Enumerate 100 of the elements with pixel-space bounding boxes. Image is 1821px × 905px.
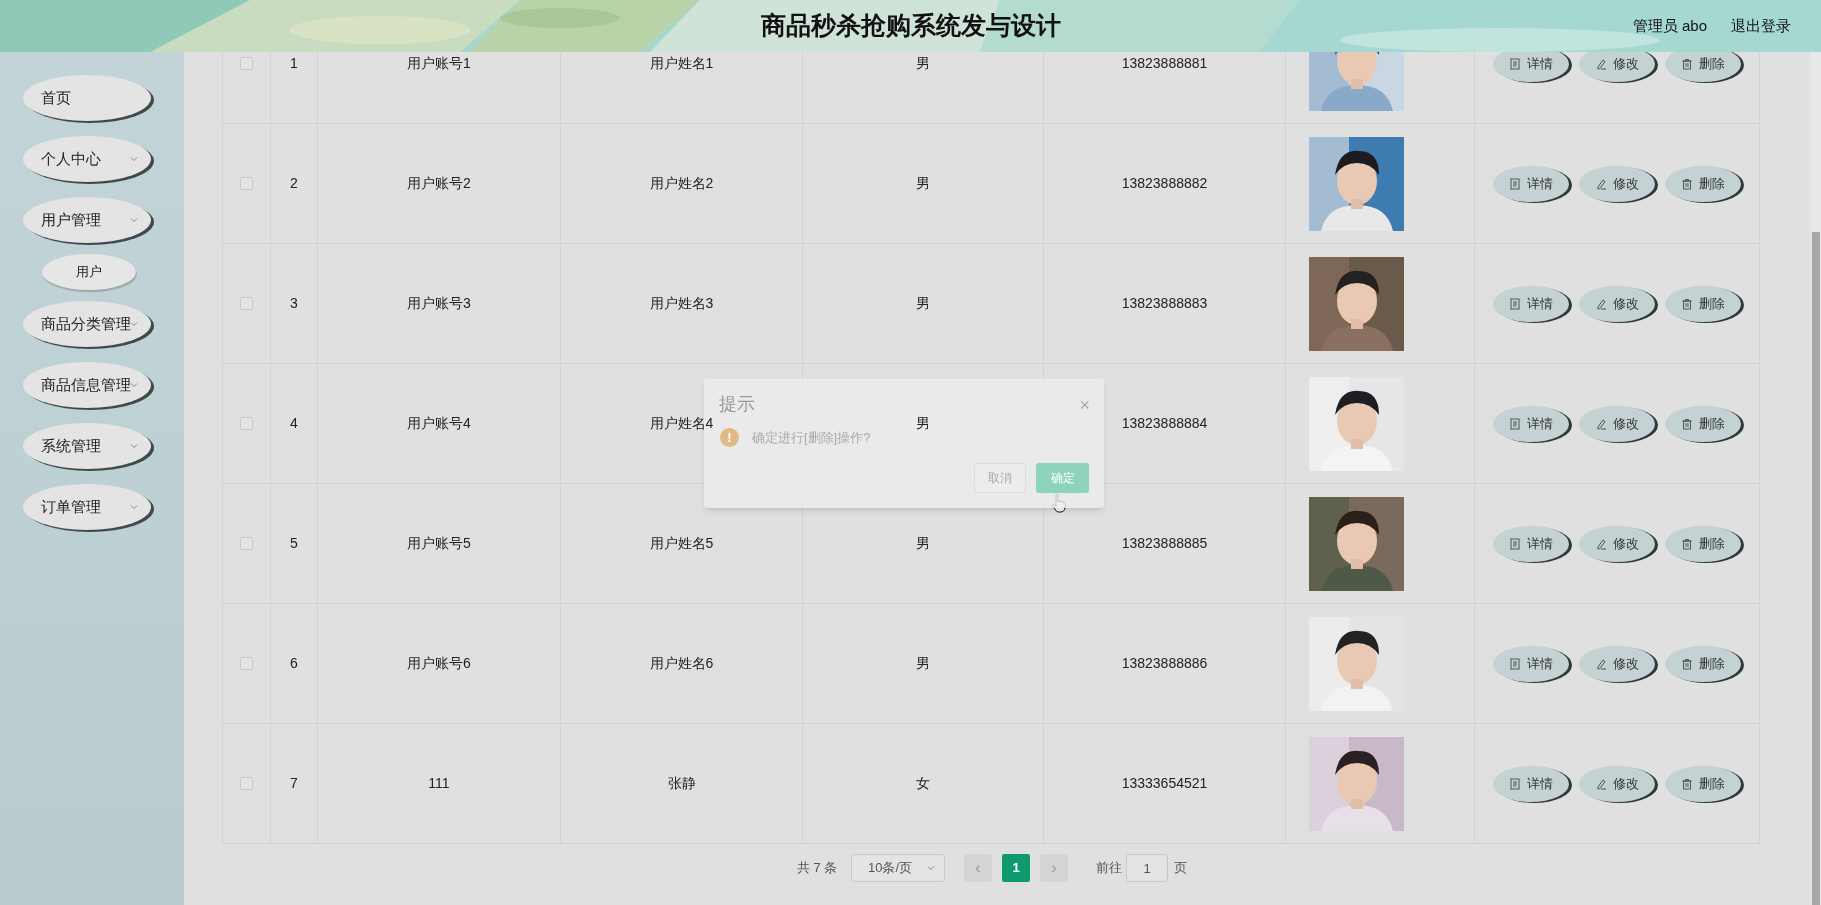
table-cell-text: 用户姓名2 <box>649 174 714 193</box>
action-button[interactable]: 修改 <box>1579 285 1655 322</box>
table-cell-text: 13823888882 <box>1121 174 1208 193</box>
table-cell-text: 13823888886 <box>1121 654 1208 673</box>
index-cell-text: 2 <box>290 174 298 193</box>
row-checkbox[interactable] <box>240 57 253 70</box>
scrollbar-track[interactable] <box>1811 52 1821 905</box>
action-button[interactable]: 修改 <box>1579 645 1655 682</box>
document-icon <box>1509 297 1521 310</box>
warning-icon: ! <box>720 428 739 448</box>
pencil-icon <box>1595 657 1607 670</box>
trash-icon <box>1681 537 1693 550</box>
action-button[interactable]: 详情 <box>1493 52 1569 82</box>
table-cell-text: 男 <box>916 654 930 673</box>
sidebar-menu-item[interactable]: 首页 <box>23 75 151 121</box>
index-cell-text: 4 <box>290 414 298 433</box>
page-number-field[interactable]: 1 <box>1126 854 1168 882</box>
table-cell-text: 男 <box>916 54 930 73</box>
trash-icon <box>1681 297 1693 310</box>
pencil-icon <box>1595 537 1607 550</box>
table-cell-text: 用户账号1 <box>407 54 471 73</box>
action-button[interactable]: 删除 <box>1665 285 1741 322</box>
trash-icon <box>1681 657 1693 670</box>
table-cell-text: 男 <box>916 414 930 433</box>
table-cell-text: 用户姓名5 <box>649 534 714 553</box>
action-button[interactable]: 详情 <box>1493 405 1569 442</box>
action-button[interactable]: 详情 <box>1493 285 1569 322</box>
chevron-down-icon <box>129 502 139 512</box>
action-button[interactable]: 删除 <box>1665 405 1741 442</box>
chevron-down-icon <box>129 441 139 451</box>
table-cell-text: 13823888881 <box>1121 54 1208 73</box>
row-checkbox[interactable] <box>240 537 253 550</box>
action-button[interactable]: 修改 <box>1579 765 1655 802</box>
index-cell-text: 1 <box>290 54 298 73</box>
table-cell-text: 13823888884 <box>1121 414 1208 433</box>
table-cell-text: 用户账号2 <box>407 174 471 193</box>
table-cell-text: 用户账号5 <box>407 534 471 553</box>
sidebar-menu-item[interactable]: 用户管理 <box>23 197 151 243</box>
table-cell-text: 13333654521 <box>1121 774 1208 793</box>
index-cell-text: 5 <box>290 534 298 553</box>
table-cell-text: 用户姓名4 <box>649 414 714 433</box>
trash-icon <box>1681 777 1693 790</box>
table-cell-text: 男 <box>916 174 930 193</box>
row-checkbox[interactable] <box>240 177 253 190</box>
table-cell-text: 111 <box>428 774 450 793</box>
index-cell-text: 7 <box>290 774 298 793</box>
pencil-icon <box>1595 297 1607 310</box>
sidebar-menu-item[interactable]: 系统管理 <box>23 423 151 469</box>
table-cell-text: 男 <box>916 294 930 313</box>
action-button[interactable]: 详情 <box>1493 645 1569 682</box>
sidebar-menu-item[interactable]: 商品分类管理 <box>23 301 151 347</box>
document-icon <box>1509 177 1521 190</box>
row-checkbox[interactable] <box>240 657 253 670</box>
row-checkbox[interactable] <box>240 777 253 790</box>
chevron-down-icon <box>129 215 139 225</box>
action-button[interactable]: 删除 <box>1665 525 1741 562</box>
action-button[interactable]: 详情 <box>1493 525 1569 562</box>
action-button[interactable]: 详情 <box>1493 165 1569 202</box>
sidebar-submenu-item[interactable]: 用户 <box>42 254 136 290</box>
index-cell-text: 6 <box>290 654 298 673</box>
row-checkbox[interactable] <box>240 417 253 430</box>
table-cell-text: 用户姓名6 <box>649 654 714 673</box>
trash-icon <box>1681 57 1693 70</box>
goto-label: 前往 <box>1096 859 1122 878</box>
row-checkbox[interactable] <box>240 297 253 310</box>
document-icon <box>1509 57 1521 70</box>
index-cell-text: 3 <box>290 294 298 313</box>
chevron-down-icon <box>129 380 139 390</box>
page-number-button[interactable]: 1 <box>1002 854 1030 882</box>
sidebar-menu-item[interactable]: 订单管理 <box>23 484 151 530</box>
table-cell-text: 女 <box>916 774 930 793</box>
chevron-down-icon <box>926 863 936 873</box>
action-button[interactable]: 删除 <box>1665 165 1741 202</box>
document-icon <box>1509 777 1521 790</box>
scrollbar-thumb[interactable] <box>1812 232 1820 905</box>
action-button[interactable]: 详情 <box>1493 765 1569 802</box>
chevron-down-icon <box>129 154 139 164</box>
table-cell-text: 用户账号6 <box>407 654 471 673</box>
pencil-icon <box>1595 57 1607 70</box>
total-count-label: 共 7 条 <box>797 859 839 878</box>
action-button[interactable]: 修改 <box>1579 52 1655 82</box>
page-size-select[interactable]: 10条/页 <box>851 854 945 882</box>
table-cell-text: 男 <box>916 534 930 553</box>
dialog-title: 提示 <box>719 393 755 416</box>
action-button[interactable]: 修改 <box>1579 405 1655 442</box>
trash-icon <box>1681 417 1693 430</box>
pencil-icon <box>1595 177 1607 190</box>
page-unit-label: 页 <box>1174 859 1187 878</box>
sidebar-menu-item[interactable]: 个人中心 <box>23 136 151 182</box>
dialog-message: 确定进行[删除]操作? <box>752 429 871 447</box>
action-button[interactable]: 修改 <box>1579 525 1655 562</box>
action-button[interactable]: 删除 <box>1665 645 1741 682</box>
table-cell-text: 用户账号4 <box>407 414 471 433</box>
pencil-icon <box>1595 417 1607 430</box>
action-button[interactable]: 删除 <box>1665 52 1741 82</box>
sidebar-menu-item[interactable]: 商品信息管理 <box>23 362 151 408</box>
table-cell-text: 张静 <box>667 774 696 793</box>
action-button[interactable]: 修改 <box>1579 165 1655 202</box>
action-button[interactable]: 删除 <box>1665 765 1741 802</box>
trash-icon <box>1681 177 1693 190</box>
